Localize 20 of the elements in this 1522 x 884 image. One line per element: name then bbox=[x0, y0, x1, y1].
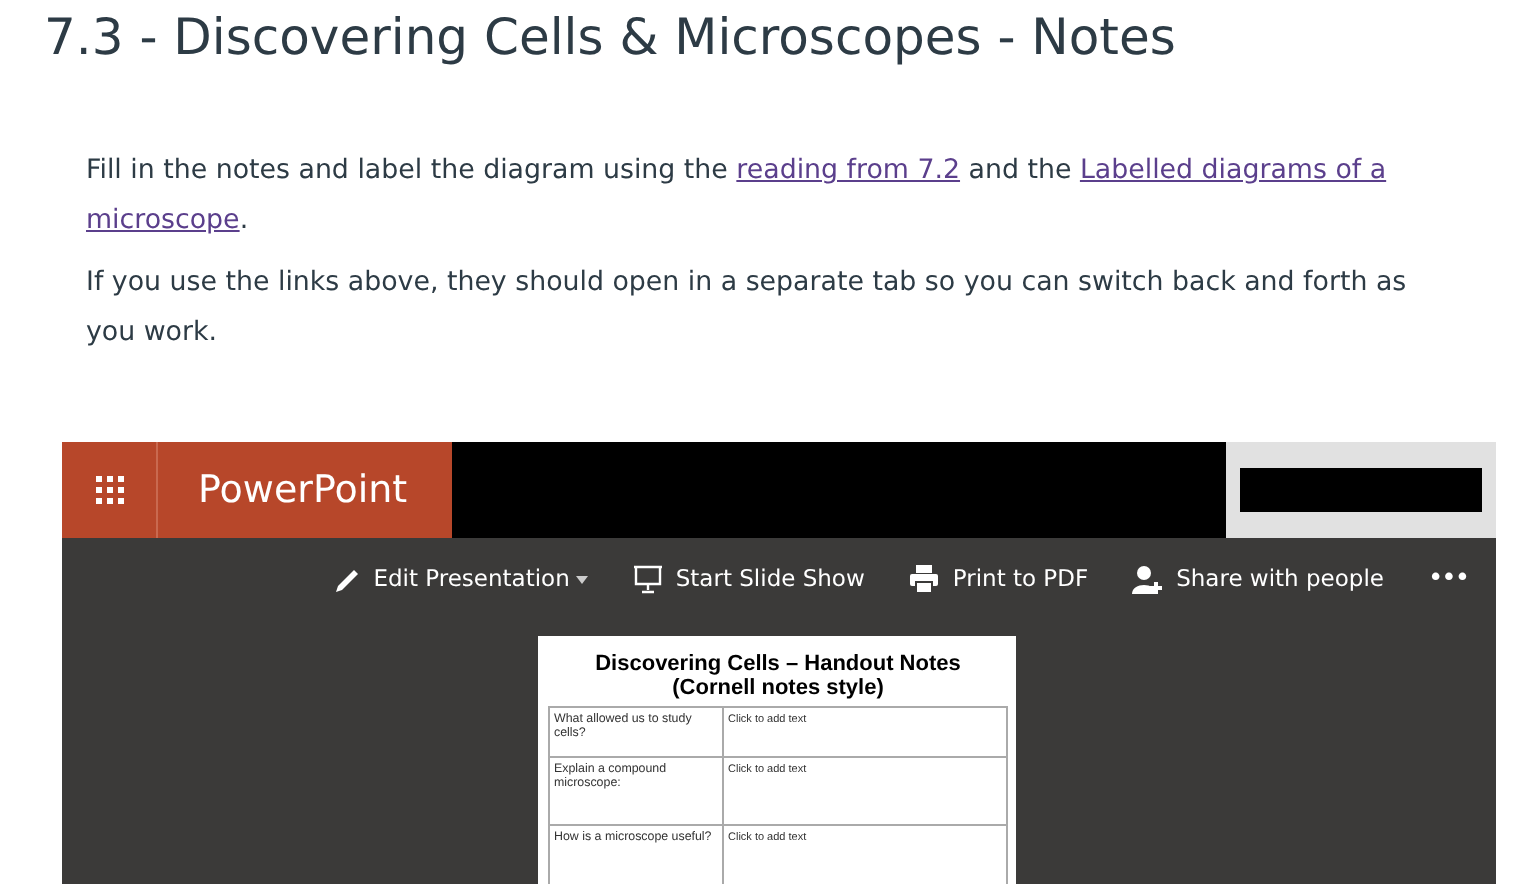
app-name: PowerPoint bbox=[158, 442, 452, 538]
slide-subtitle: (Cornell notes style) bbox=[670, 676, 886, 700]
add-person-icon bbox=[1132, 563, 1165, 595]
toolbar-button[interactable]: Print to PDF bbox=[908, 561, 1089, 597]
slide-title: Discovering Cells – Handout Notes bbox=[593, 652, 963, 676]
paragraph: If you use the links above, they should open in a separate tab so you can switch back and forth as you work. bbox=[86, 266, 1409, 352]
toolbar-button[interactable]: Start Slide Show bbox=[631, 561, 865, 597]
app-launcher-button[interactable] bbox=[62, 442, 158, 538]
toolbar-button[interactable]: Edit Presentation bbox=[333, 561, 588, 597]
text-link[interactable]: Labelled diagrams of a bbox=[1079, 156, 1387, 186]
projector-screen-icon bbox=[631, 564, 664, 594]
printer-icon bbox=[908, 564, 941, 594]
text-link[interactable]: microscope bbox=[86, 206, 240, 236]
toolbar-button[interactable]: Share with people bbox=[1132, 561, 1384, 597]
page-heading: 7.3 - Discovering Cells & Microscopes - Notes bbox=[44, 6, 1178, 70]
pencil-icon bbox=[333, 565, 362, 593]
more-button[interactable]: ••• bbox=[1427, 559, 1468, 599]
text-link[interactable]: reading from 7.2 bbox=[736, 156, 961, 186]
grid-icon bbox=[95, 476, 123, 504]
paragraph: Fill in the notes and label the diagram using the reading from 7.2 and the Labelled diagrams of a microscope. bbox=[86, 154, 1389, 240]
